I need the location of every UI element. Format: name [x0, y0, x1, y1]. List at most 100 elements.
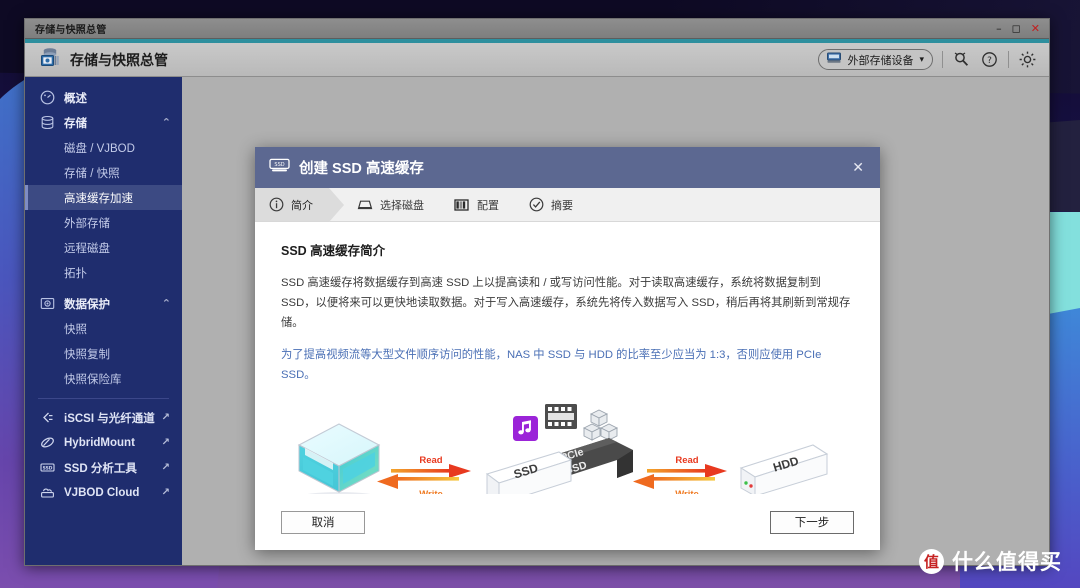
sidebar-item-label: 存储	[64, 117, 87, 130]
divider	[1008, 51, 1009, 68]
svg-text:SSD: SSD	[274, 162, 284, 168]
minimize-icon[interactable]: –	[996, 23, 1002, 34]
close-icon[interactable]: ✕	[1031, 23, 1040, 34]
cancel-button[interactable]: 取消	[281, 510, 365, 534]
boxes-icon	[582, 409, 619, 441]
help-icon[interactable]: ?	[980, 50, 999, 69]
media-icons	[513, 403, 619, 441]
sidebar-item-overview[interactable]: 概述	[25, 85, 182, 110]
sidebar-item-snapshot[interactable]: 快照	[25, 316, 182, 341]
dialog-header: SSD 创建 SSD 高速缓存 ✕	[255, 147, 880, 188]
window-controls: – ◻ ✕	[996, 23, 1045, 34]
sidebar-item-label: 快照	[64, 323, 87, 336]
sidebar-item-external-storage[interactable]: 外部存储	[25, 210, 182, 235]
sidebar-item-disks-vjbod[interactable]: 磁盘 / VJBOD	[25, 135, 182, 160]
scan-icon[interactable]	[952, 50, 971, 69]
application-window: 存储与快照总管 – ◻ ✕ 存储与快照总管 外部存储设备 ▾ ? 概述 存储 ⌃…	[24, 18, 1050, 566]
window-body: 概述 存储 ⌃ 磁盘 / VJBOD 存储 / 快照 高速缓存加速 外部存储 远…	[25, 77, 1049, 565]
gauge-icon	[39, 90, 56, 105]
ssd-cache-illustration: IO Intensive Applications Read Write	[281, 400, 854, 494]
external-storage-icon	[827, 52, 842, 67]
dialog-close-icon[interactable]: ✕	[848, 157, 868, 179]
sidebar-item-data-protection[interactable]: 数据保护 ⌃	[25, 291, 182, 316]
sidebar-item-label: 磁盘 / VJBOD	[64, 142, 135, 155]
illus-read-label-right: Read	[675, 455, 698, 466]
divider	[942, 51, 943, 68]
sidebar-item-snapshot-replica[interactable]: 快照复制	[25, 341, 182, 366]
create-ssd-cache-dialog: SSD 创建 SSD 高速缓存 ✕ 简介 选择磁盘 配置 摘要 SSD 高速缓存…	[255, 147, 880, 550]
section-title: SSD 高速缓存简介	[281, 244, 386, 258]
sidebar-item-label: VJBOD Cloud	[64, 486, 140, 499]
maximize-icon[interactable]: ◻	[1012, 23, 1021, 34]
sidebar-item-snapshot-vault[interactable]: 快照保险库	[25, 366, 182, 391]
ssd-drive: SSD	[485, 451, 573, 494]
step-label: 简介	[291, 199, 313, 212]
step-label: 摘要	[551, 199, 573, 212]
intro-paragraph-2: 为了提高视频流等大型文件顺序访问的性能，NAS 中 SSD 与 HDD 的比率至…	[281, 349, 822, 382]
sidebar-item-label: 拓扑	[64, 267, 87, 280]
sidebar-item-label: 外部存储	[64, 217, 110, 230]
watermark-logo: 值	[919, 548, 944, 574]
svg-text:SSD: SSD	[43, 465, 53, 471]
sidebar-divider	[38, 398, 169, 399]
ssd-icon: SSD	[39, 460, 56, 475]
ssd-cache-icon: SSD	[269, 156, 290, 179]
sidebar-item-label: 快照复制	[64, 348, 110, 361]
sidebar-item-remote-disk[interactable]: 远程磁盘	[25, 235, 182, 260]
settings-gear-icon[interactable]	[1018, 50, 1037, 69]
step-label: 配置	[477, 199, 499, 212]
sidebar-item-ssd-profiling[interactable]: SSD SSD 分析工具 ↗	[25, 455, 182, 480]
step-configure[interactable]: 配置	[440, 188, 515, 221]
database-icon	[39, 115, 56, 130]
disk-icon	[357, 198, 373, 212]
sidebar: 概述 存储 ⌃ 磁盘 / VJBOD 存储 / 快照 高速缓存加速 外部存储 远…	[25, 77, 182, 565]
sidebar-item-storage-snapshots[interactable]: 存储 / 快照	[25, 160, 182, 185]
sidebar-item-label: 数据保护	[64, 298, 110, 311]
sidebar-item-storage[interactable]: 存储 ⌃	[25, 110, 182, 135]
next-button[interactable]: 下一步	[770, 510, 854, 534]
sidebar-item-label: 快照保险库	[64, 373, 122, 386]
dialog-body: SSD 高速缓存简介 SSD 高速缓存将数据缓存到高速 SSD 上以提高读和 /…	[255, 222, 880, 494]
app-header: 存储与快照总管 外部存储设备 ▾ ?	[25, 43, 1049, 77]
sidebar-item-label: 概述	[64, 92, 87, 105]
left-read-write-arrows: Read Write	[377, 455, 471, 494]
main-content: SSD 创建 SSD 高速缓存 ✕ 简介 选择磁盘 配置 摘要 SSD 高速缓存…	[182, 77, 1049, 565]
external-link-icon: ↗	[161, 487, 170, 498]
sidebar-item-cache-acceleration[interactable]: 高速缓存加速	[25, 185, 182, 210]
step-label: 选择磁盘	[380, 199, 424, 212]
external-storage-dropdown[interactable]: 外部存储设备 ▾	[818, 49, 933, 70]
step-summary[interactable]: 摘要	[515, 188, 589, 221]
io-intensive-cube	[297, 423, 381, 494]
external-storage-label: 外部存储设备	[847, 54, 914, 67]
sidebar-item-iscsi-fc[interactable]: iSCSI 与光纤通道 ↗	[25, 405, 182, 430]
sidebar-item-label: 远程磁盘	[64, 242, 110, 255]
step-select-disk[interactable]: 选择磁盘	[343, 188, 440, 221]
watermark: 值 什么值得买	[919, 546, 1062, 576]
sidebar-item-label: SSD 分析工具	[64, 462, 137, 475]
app-header-actions: 外部存储设备 ▾ ?	[818, 49, 1037, 70]
svg-text:?: ?	[987, 56, 992, 66]
vjbod-cloud-icon	[39, 485, 56, 500]
chevron-down-icon: ▾	[919, 54, 924, 64]
sidebar-item-label: 存储 / 快照	[64, 167, 120, 180]
info-circle-icon	[269, 197, 284, 212]
wizard-steps: 简介 选择磁盘 配置 摘要	[255, 188, 880, 222]
step-intro[interactable]: 简介	[255, 188, 344, 222]
window-title: 存储与快照总管	[35, 25, 107, 36]
sidebar-item-topology[interactable]: 拓扑	[25, 260, 182, 285]
illus-write-label-right: Write	[675, 489, 699, 494]
sidebar-item-hybridmount[interactable]: HybridMount ↗	[25, 430, 182, 455]
dialog-title: 创建 SSD 高速缓存	[299, 161, 424, 177]
sidebar-item-vjbod-cloud[interactable]: VJBOD Cloud ↗	[25, 480, 182, 505]
chevron-up-icon: ⌃	[161, 298, 171, 310]
shield-data-icon	[39, 296, 56, 311]
right-read-write-arrows: Read Write	[633, 455, 727, 494]
capacity-hdd: HDD	[739, 444, 829, 494]
app-title: 存储与快照总管	[70, 51, 168, 68]
hybridmount-icon	[39, 435, 56, 450]
iscsi-icon	[39, 410, 56, 425]
window-titlebar: 存储与快照总管 – ◻ ✕	[25, 19, 1049, 39]
sidebar-item-label: 高速缓存加速	[64, 192, 133, 205]
sidebar-item-label: HybridMount	[64, 436, 135, 449]
sidebar-item-label: iSCSI 与光纤通道	[64, 412, 155, 425]
